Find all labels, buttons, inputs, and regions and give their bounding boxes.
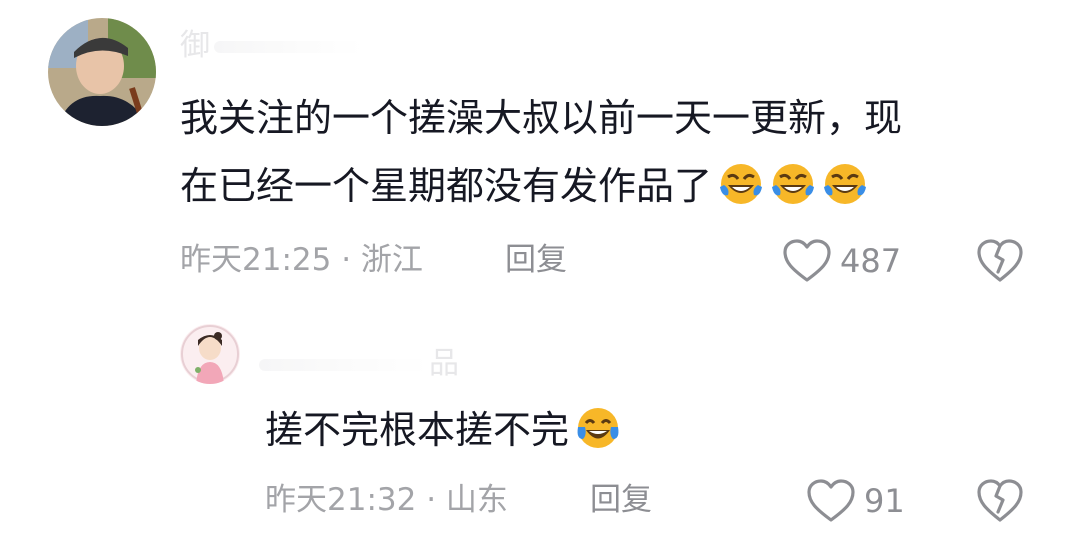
- comment-item: 御 我关注的一个搓澡大叔以前一天一更新，现 在已经一个星期都没有发作品了 昨天2…: [0, 0, 1080, 300]
- avatar[interactable]: [180, 324, 240, 384]
- comment-text: 搓不完根本搓不完: [265, 408, 570, 452]
- broken-heart-icon[interactable]: [976, 238, 1024, 284]
- broken-heart-icon[interactable]: [976, 478, 1024, 524]
- like-count: 91: [864, 482, 905, 520]
- heart-icon[interactable]: [806, 478, 856, 524]
- comment-text-line: 在已经一个星期都没有发作品了: [180, 154, 868, 218]
- like-button[interactable]: 487: [782, 238, 901, 284]
- comment-timestamp-location: 昨天21:25 · 浙江: [180, 242, 423, 278]
- username-blur: [259, 358, 429, 371]
- comment-text-line: 搓不完根本搓不完: [265, 398, 621, 462]
- comment-text: 在已经一个星期都没有发作品了: [180, 164, 713, 208]
- comment-text-line: 我关注的一个搓澡大叔以前一天一更新，现: [180, 96, 903, 140]
- like-button[interactable]: 91: [806, 478, 905, 524]
- tears-of-joy-emoji-icon: [575, 405, 621, 451]
- rolling-laughing-emoji-icon: [822, 161, 868, 207]
- like-count: 487: [840, 242, 902, 280]
- rolling-laughing-emoji-icon: [718, 161, 764, 207]
- comment-timestamp-location: 昨天21:32 · 山东: [265, 482, 508, 518]
- username[interactable]: 品: [255, 346, 459, 382]
- heart-icon[interactable]: [782, 238, 832, 284]
- rolling-laughing-emoji-icon: [770, 161, 816, 207]
- user-avatar-icon: [48, 18, 156, 126]
- username-blur: [214, 40, 364, 53]
- user-avatar-icon: [180, 324, 240, 384]
- username-text: 品: [429, 346, 459, 381]
- reply-button[interactable]: 回复: [505, 240, 567, 280]
- reply-button[interactable]: 回复: [590, 480, 652, 520]
- username[interactable]: 御: [180, 28, 364, 64]
- username-text: 御: [180, 28, 210, 63]
- avatar[interactable]: [48, 18, 156, 126]
